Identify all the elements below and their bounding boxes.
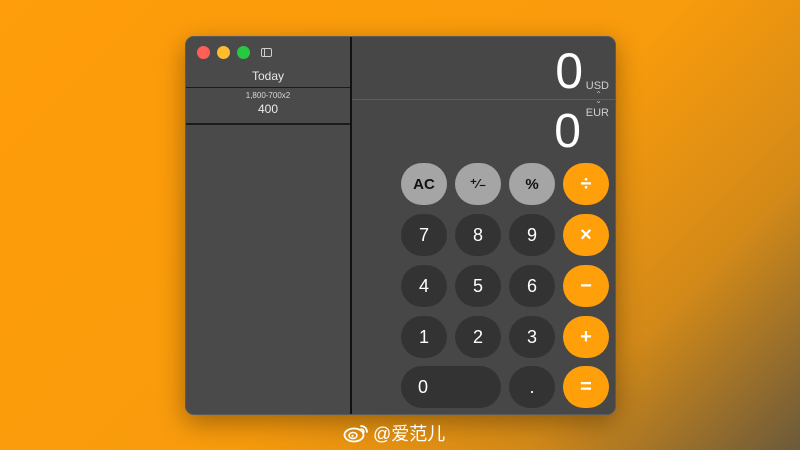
subtract-button[interactable]: −	[563, 265, 609, 307]
plus-minus-button[interactable]: ⁺∕₋	[455, 163, 501, 205]
history-sidebar: Today 1,800-700x2 400	[186, 37, 352, 414]
calculator-window: Today 1,800-700x2 400 0 USD ⌃ ⌄ 0 EUR AC …	[185, 36, 616, 415]
divider	[186, 87, 350, 88]
minimize-button[interactable]	[217, 46, 230, 59]
digit-5-button[interactable]: 5	[455, 265, 501, 307]
percent-button[interactable]: %	[509, 163, 555, 205]
primary-display: 0	[555, 43, 583, 99]
history-expression: 1,800-700x2	[245, 91, 291, 100]
digit-1-button[interactable]: 1	[401, 316, 447, 358]
digit-8-button[interactable]: 8	[455, 214, 501, 256]
all-clear-button[interactable]: AC	[401, 163, 447, 205]
secondary-unit[interactable]: EUR	[586, 107, 609, 119]
divide-button[interactable]: ÷	[563, 163, 609, 205]
digit-3-button[interactable]: 3	[509, 316, 555, 358]
decimal-button[interactable]: .	[509, 366, 555, 408]
close-button[interactable]	[197, 46, 210, 59]
weibo-logo-icon	[343, 425, 368, 443]
display-divider	[352, 99, 615, 100]
swap-units-icon[interactable]: ⌃ ⌄	[595, 91, 602, 105]
window-controls	[197, 46, 250, 59]
watermark-text: @爱范儿	[373, 424, 446, 444]
multiply-button[interactable]: ×	[563, 214, 609, 256]
divider	[186, 123, 350, 125]
secondary-display: 0	[554, 105, 581, 158]
calculator-main: 0 USD ⌃ ⌄ 0 EUR AC ⁺∕₋ % ÷ 7 8 9 × 4 5 6 …	[352, 37, 615, 414]
digit-2-button[interactable]: 2	[455, 316, 501, 358]
add-button[interactable]: +	[563, 316, 609, 358]
keypad: AC ⁺∕₋ % ÷ 7 8 9 × 4 5 6 − 1 2 3 + 0 . =	[401, 163, 611, 408]
history-result: 400	[257, 102, 279, 116]
digit-4-button[interactable]: 4	[401, 265, 447, 307]
digit-0-button[interactable]: 0	[401, 366, 501, 408]
sidebar-toggle-icon[interactable]	[261, 48, 272, 57]
history-section-title: Today	[251, 69, 285, 83]
equals-button[interactable]: =	[563, 366, 609, 408]
digit-6-button[interactable]: 6	[509, 265, 555, 307]
zoom-button[interactable]	[237, 46, 250, 59]
digit-7-button[interactable]: 7	[401, 214, 447, 256]
digit-9-button[interactable]: 9	[509, 214, 555, 256]
watermark: @爱范儿	[343, 420, 445, 446]
